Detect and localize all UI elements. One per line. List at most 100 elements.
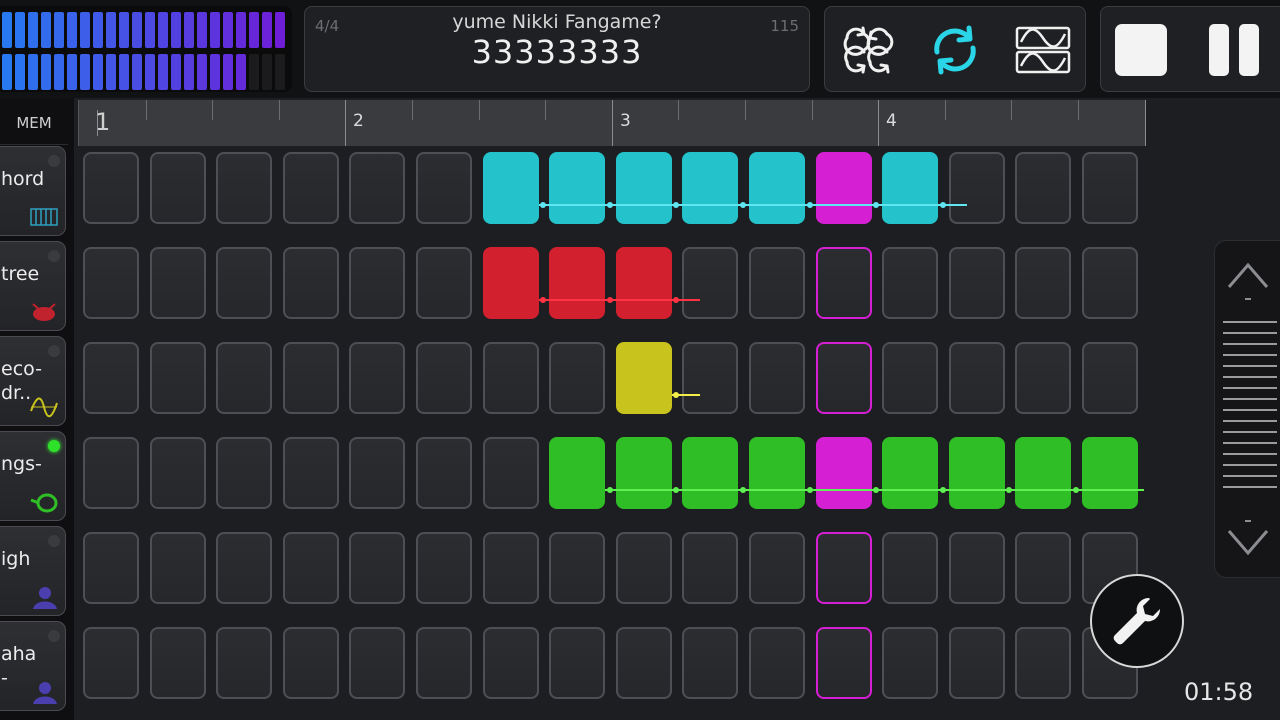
note-cell[interactable] [1082,437,1138,509]
step-cell[interactable] [349,342,405,414]
step-cell[interactable] [216,342,272,414]
step-cell[interactable] [1015,342,1071,414]
scroll-up-button[interactable] [1221,255,1275,305]
step-cell[interactable] [682,342,738,414]
step-cell[interactable] [216,247,272,319]
note-cell[interactable] [1015,437,1071,509]
step-cell[interactable] [882,247,938,319]
step-cell[interactable] [1082,152,1138,224]
note-cell[interactable] [616,342,672,414]
scroll-handle[interactable] [1223,321,1277,501]
timeline-ruler[interactable]: 1 2 3 4 [78,100,1146,146]
step-cell[interactable] [949,627,1005,699]
note-cell[interactable] [483,247,539,319]
step-cell[interactable] [83,152,139,224]
step-cell[interactable] [549,627,605,699]
scroll-down-button[interactable] [1221,517,1275,567]
playhead-cell[interactable] [816,342,872,414]
step-cell[interactable] [216,532,272,604]
step-cell[interactable] [549,342,605,414]
step-cell[interactable] [682,532,738,604]
step-cell[interactable] [416,627,472,699]
step-cell[interactable] [749,342,805,414]
note-cell[interactable] [949,437,1005,509]
step-cell[interactable] [83,437,139,509]
note-cell[interactable] [882,152,938,224]
step-cell[interactable] [416,247,472,319]
step-cell[interactable] [349,247,405,319]
step-cell[interactable] [949,532,1005,604]
step-cell[interactable] [416,532,472,604]
step-cell[interactable] [283,437,339,509]
note-cell[interactable] [749,152,805,224]
track-tab[interactable]: eco- dr.. [0,336,66,426]
step-cell[interactable] [416,342,472,414]
song-info-panel[interactable]: 4/4 115 yume Nikki Fangame? 33333333 [304,6,810,92]
track-tab[interactable]: ngs- [0,431,66,521]
step-cell[interactable] [483,532,539,604]
stop-button[interactable] [1115,24,1167,76]
note-cell[interactable] [549,152,605,224]
playhead-cell[interactable] [816,532,872,604]
step-cell[interactable] [349,532,405,604]
settings-button[interactable] [1090,574,1184,668]
step-cell[interactable] [749,627,805,699]
step-cell[interactable] [83,532,139,604]
memory-button[interactable]: MEM [0,102,68,145]
note-cell[interactable] [882,437,938,509]
step-cell[interactable] [216,152,272,224]
step-cell[interactable] [150,342,206,414]
step-cell[interactable] [949,342,1005,414]
note-cell[interactable] [616,437,672,509]
step-cell[interactable] [483,627,539,699]
note-cell[interactable] [549,437,605,509]
note-cell[interactable] [682,152,738,224]
step-cell[interactable] [616,532,672,604]
step-cell[interactable] [882,342,938,414]
step-cell[interactable] [549,532,605,604]
step-cell[interactable] [949,247,1005,319]
step-cell[interactable] [349,627,405,699]
playhead-cell[interactable] [816,247,872,319]
step-cell[interactable] [150,532,206,604]
step-cell[interactable] [83,342,139,414]
step-cell[interactable] [283,532,339,604]
note-cell[interactable] [749,437,805,509]
step-cell[interactable] [682,627,738,699]
step-cell[interactable] [283,627,339,699]
step-cell[interactable] [283,247,339,319]
step-cell[interactable] [416,437,472,509]
step-cell[interactable] [416,152,472,224]
step-cell[interactable] [749,247,805,319]
playhead-cell[interactable] [816,627,872,699]
step-cell[interactable] [349,152,405,224]
step-cell[interactable] [83,247,139,319]
track-tab[interactable]: aha - [0,621,66,711]
track-tab[interactable]: hord [0,146,66,236]
step-cell[interactable] [150,152,206,224]
accent-note-cell[interactable] [816,437,872,509]
track-tab[interactable]: tree [0,241,66,331]
note-cell[interactable] [616,152,672,224]
loop-button[interactable] [925,20,985,80]
note-cell[interactable] [616,247,672,319]
step-cell[interactable] [1082,342,1138,414]
accent-note-cell[interactable] [816,152,872,224]
step-cell[interactable] [83,627,139,699]
step-cell[interactable] [1015,532,1071,604]
step-cell[interactable] [283,342,339,414]
step-cell[interactable] [682,247,738,319]
step-cell[interactable] [882,627,938,699]
note-cell[interactable] [483,152,539,224]
pause-button[interactable] [1209,24,1261,76]
step-cell[interactable] [1015,152,1071,224]
step-cell[interactable] [283,152,339,224]
step-cell[interactable] [616,627,672,699]
step-cell[interactable] [483,437,539,509]
step-cell[interactable] [216,437,272,509]
step-cell[interactable] [150,247,206,319]
pattern-button[interactable] [837,20,897,80]
step-cell[interactable] [216,627,272,699]
note-cell[interactable] [549,247,605,319]
step-cell[interactable] [349,437,405,509]
